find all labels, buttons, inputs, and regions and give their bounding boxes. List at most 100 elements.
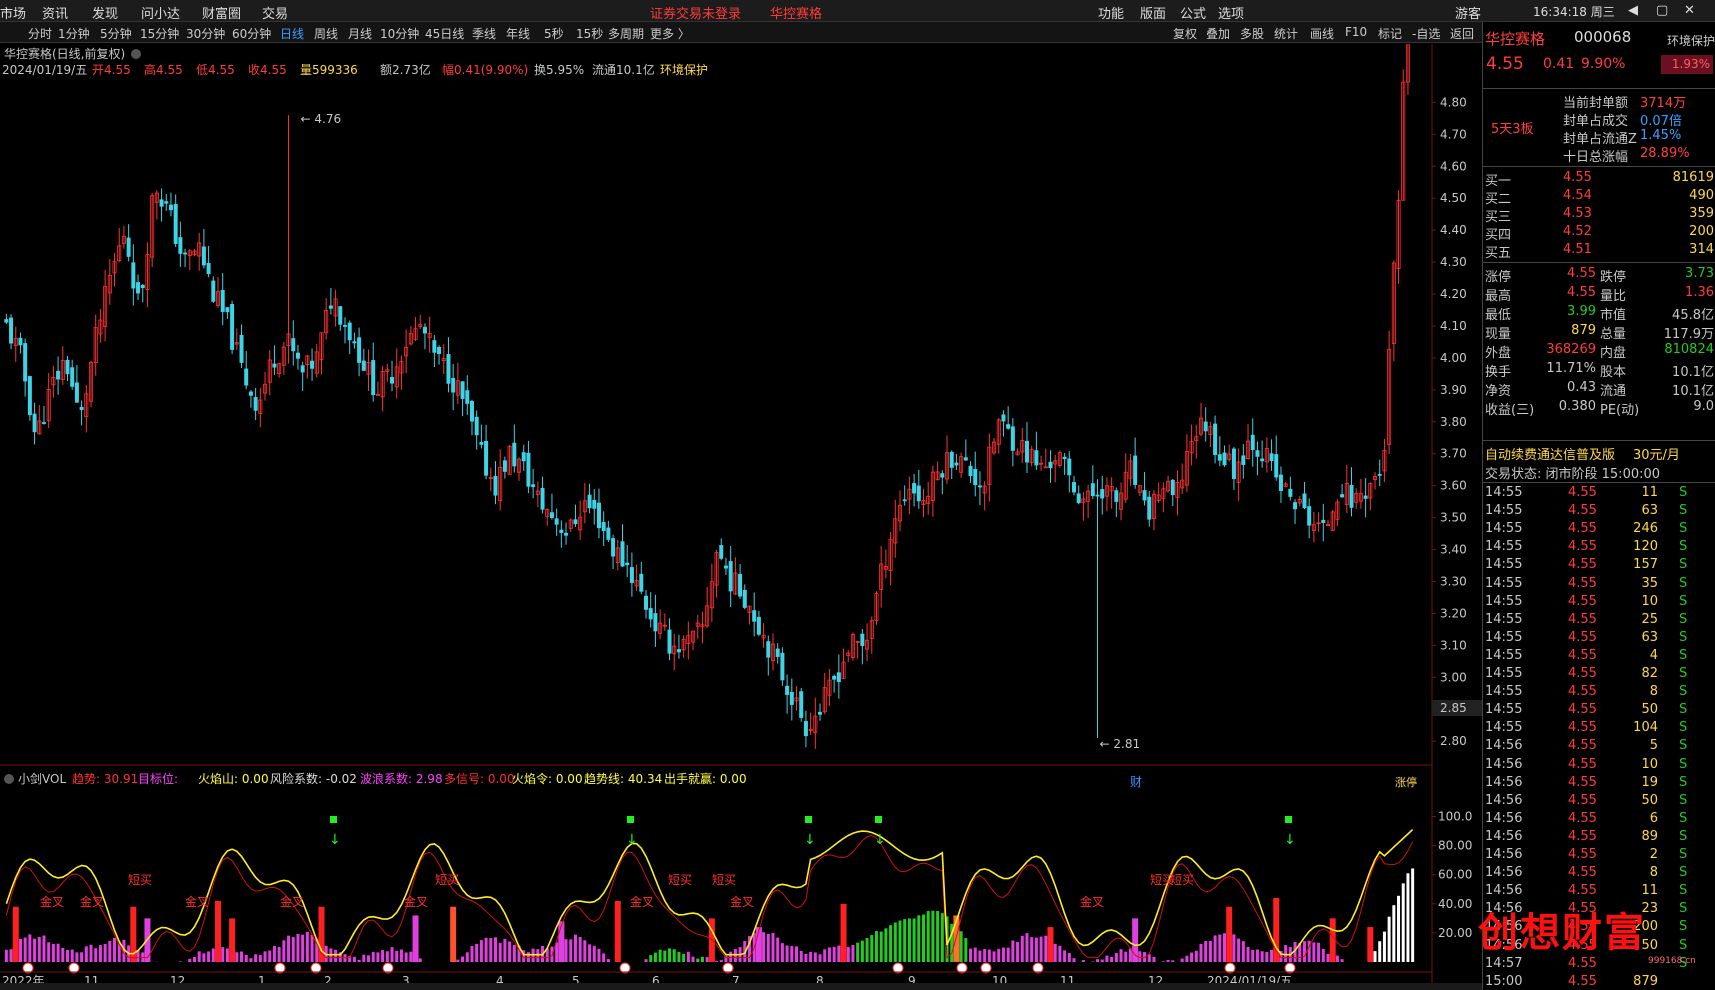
menu-right-item[interactable]: 选项	[1218, 3, 1244, 22]
period-tab[interactable]: 5分钟	[100, 25, 132, 42]
period-tab[interactable]: 多周期	[608, 25, 644, 42]
indicator-bar	[1284, 945, 1288, 962]
indicator-bar	[1326, 953, 1330, 962]
period-tab[interactable]: 30分钟	[186, 25, 225, 42]
tick-price: 4.55	[1568, 865, 1597, 881]
menu-item[interactable]: 资讯	[42, 3, 68, 22]
indicator-bar	[479, 940, 483, 962]
toolbar-right-item[interactable]: 叠加	[1206, 25, 1230, 42]
kline-chart-panel[interactable]: 4.80 4.70 4.60 4.50 4.40 4.30 4.20 4.10 4.00 3.90…	[0, 44, 1482, 990]
period-tab[interactable]: 分时	[28, 25, 52, 42]
candle-body	[1062, 456, 1067, 460]
indicator-bar	[1185, 955, 1189, 962]
seal-value: 28.89%	[1640, 146, 1690, 161]
watermark-logo: 创想财富	[1478, 909, 1646, 956]
indicator-field: 风险系数: -0.02	[270, 771, 357, 786]
indicator-bar	[367, 955, 371, 962]
menu-item[interactable]: 交易	[262, 3, 288, 22]
login-notice[interactable]: 证券交易未登录	[650, 3, 741, 22]
candle-body	[832, 675, 837, 680]
candle-body	[211, 280, 216, 302]
tick-price: 4.55	[1568, 503, 1597, 519]
signal-bar	[1273, 898, 1280, 962]
period-tab[interactable]: 10分钟	[380, 25, 419, 42]
indicator-bar	[235, 952, 239, 962]
indicator-bar	[884, 928, 888, 962]
quote-row: 日线	[1483, 972, 1566, 990]
toolbar-right-item[interactable]: 多股	[1240, 25, 1264, 42]
candle-body	[949, 451, 954, 468]
tick-volume: 2	[1649, 847, 1658, 862]
indicator-bar	[766, 933, 770, 962]
header-field: 2024/01/19/五	[2, 63, 87, 77]
period-tab[interactable]: 5秒	[544, 25, 564, 42]
indicator-bar	[785, 945, 789, 962]
quote-row: 14:55 4.55 35 S	[1483, 576, 1715, 594]
toolbar-right-item[interactable]: 复权	[1173, 25, 1197, 42]
period-tab[interactable]: 45日线	[425, 25, 464, 42]
indicator-settings-icon[interactable]	[4, 774, 14, 784]
candle-body	[1203, 421, 1208, 432]
stat-value: 11.71%	[1546, 361, 1596, 376]
settings-icon[interactable]	[131, 49, 141, 59]
toolbar-right-item[interactable]: 标记	[1378, 25, 1402, 42]
tick-time: 14:55	[1485, 720, 1523, 736]
period-tab[interactable]: 日线	[280, 25, 304, 42]
period-tab[interactable]: 月线	[348, 25, 372, 42]
stat-value: 4.55	[1567, 285, 1596, 300]
candle-body	[183, 252, 188, 255]
toolbar-right-item[interactable]: -自选	[1412, 25, 1440, 42]
menu-item[interactable]: 发现	[92, 3, 118, 22]
candle-body	[601, 522, 606, 532]
restore-icon[interactable]: ▢	[1656, 3, 1668, 18]
indicator-bar	[493, 937, 497, 962]
notice-stock[interactable]: 华控赛格	[770, 3, 822, 22]
indicator-bar	[696, 958, 700, 962]
toolbar-right-item[interactable]: 统计	[1274, 25, 1298, 42]
toolbar-right-item[interactable]: F10	[1345, 25, 1367, 39]
indicator-bar	[1199, 943, 1203, 962]
golden-cross-label: 金叉	[404, 894, 428, 909]
period-tab[interactable]: 周线	[314, 25, 338, 42]
period-tab[interactable]: 15分钟	[140, 25, 179, 42]
menu-right-item[interactable]: 公式	[1180, 3, 1206, 22]
menu-item[interactable]: 市场	[0, 3, 26, 22]
candle-body	[1307, 506, 1312, 526]
user-label[interactable]: 游客	[1455, 3, 1481, 22]
back-icon[interactable]: ◀	[1628, 3, 1638, 18]
period-tab[interactable]: 1分钟	[58, 25, 90, 42]
period-tab[interactable]: 年线	[506, 25, 530, 42]
tick-price: 4.55	[1568, 629, 1597, 645]
price-tick-label: 3.80	[1440, 415, 1467, 429]
signal-square	[875, 816, 882, 823]
period-tab[interactable]: 60分钟	[232, 25, 271, 42]
industry-tag[interactable]: 环境保护	[1667, 32, 1715, 49]
tick-volume: 6	[1649, 810, 1658, 826]
finance-marker[interactable]: 财	[1130, 775, 1142, 789]
quote-row: 14:56 4.55 8 S	[1483, 865, 1715, 883]
menu-item[interactable]: 财富圈	[202, 3, 241, 22]
kline-chart[interactable]: 4.80 4.70 4.60 4.50 4.40 4.30 4.20 4.10 4.00 3.90…	[0, 44, 1482, 990]
signal-square	[330, 816, 337, 823]
candle-body	[526, 452, 531, 487]
indicator-bar	[28, 934, 32, 962]
header-field: 量599336	[300, 63, 358, 77]
menu-right-item[interactable]: 功能	[1098, 3, 1124, 22]
period-tab[interactable]: 15秒	[576, 25, 603, 42]
close-icon[interactable]: ✕	[1684, 3, 1695, 18]
candle-body	[1321, 519, 1326, 523]
period-tab[interactable]: 更多 〉	[650, 25, 690, 42]
period-tab[interactable]: 季线	[472, 25, 496, 42]
price-tick-label: 4.80	[1440, 95, 1467, 109]
menu-item[interactable]: 问小达	[141, 3, 180, 22]
indicator-bar	[4, 949, 8, 962]
toolbar-right-item[interactable]: 返回	[1450, 25, 1474, 42]
candle-body	[126, 237, 131, 257]
quote-row: 14:55 4.55 120 S	[1483, 539, 1715, 557]
candle-body	[766, 641, 771, 658]
candle-body	[1278, 474, 1283, 492]
bottom-tab-strip[interactable]	[0, 983, 1482, 990]
toolbar-right-item[interactable]: 画线	[1310, 25, 1334, 42]
menu-right-item[interactable]: 版面	[1140, 3, 1166, 22]
candle-body	[295, 352, 300, 359]
